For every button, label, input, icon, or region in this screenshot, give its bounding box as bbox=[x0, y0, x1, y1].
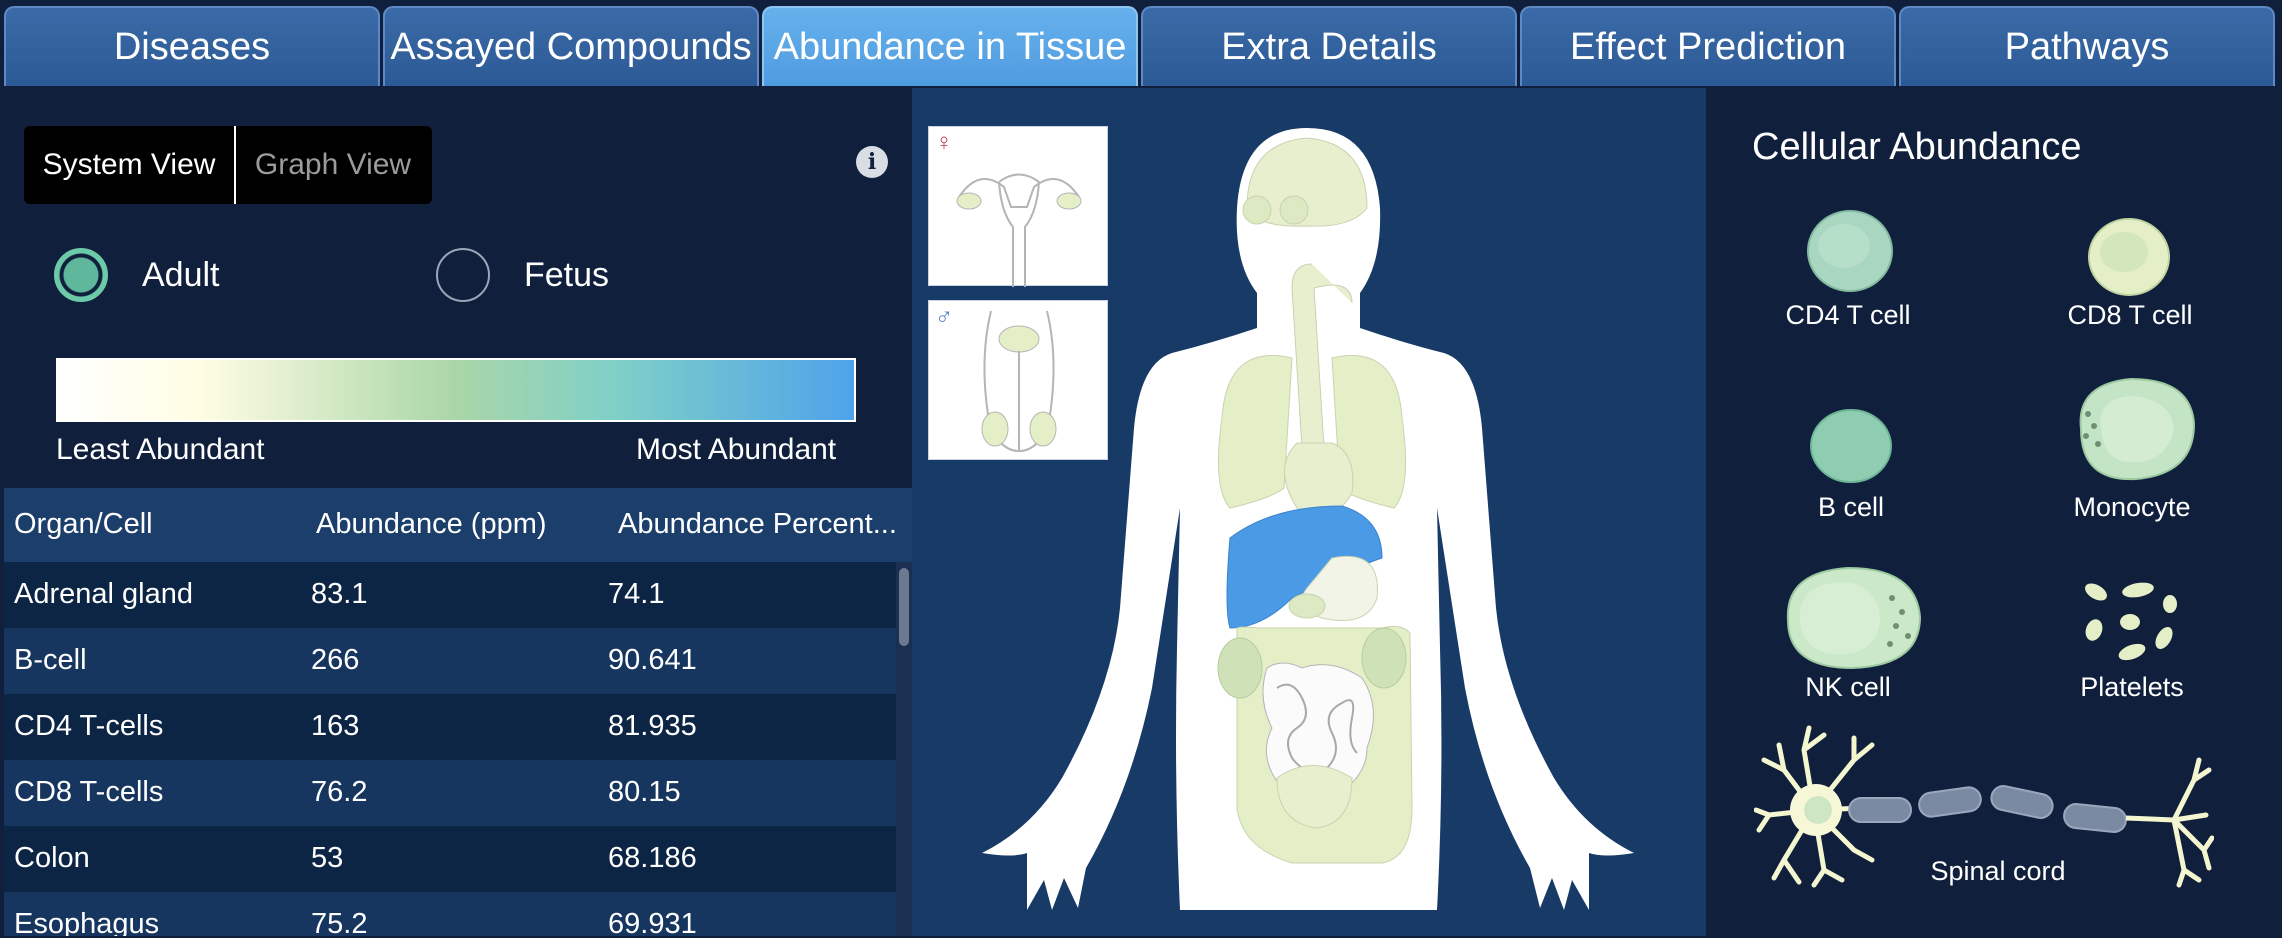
body-diagram-panel: ♀ ♂ bbox=[912, 88, 1706, 936]
organ-cell: Adrenal gland bbox=[14, 578, 193, 610]
tab-effect-prediction[interactable]: Effect Prediction bbox=[1520, 6, 1896, 86]
fetus-radio[interactable]: Fetus bbox=[436, 248, 609, 302]
organ-cell: B-cell bbox=[14, 644, 87, 676]
abundance-app: Diseases Assayed Compounds Abundance in … bbox=[0, 0, 2282, 938]
controls-panel: System View Graph View i Adult Fetus Lea… bbox=[4, 88, 912, 936]
human-body-figure bbox=[982, 128, 1634, 910]
table-row[interactable]: CD8 T-cells 76.2 80.15 bbox=[4, 760, 896, 826]
ppm-cell: 53 bbox=[311, 842, 344, 874]
most-abundant-label: Most Abundant bbox=[636, 433, 837, 466]
cd8-cell-icon[interactable] bbox=[2086, 216, 2172, 298]
ppm-cell: 76.2 bbox=[311, 776, 368, 808]
percent-cell: 74.1 bbox=[608, 578, 665, 610]
ppm-cell: 75.2 bbox=[311, 908, 368, 936]
cellular-abundance-panel: Cellular Abundance CD4 T cell CD8 T cell… bbox=[1706, 88, 2282, 936]
tab-bar: Diseases Assayed Compounds Abundance in … bbox=[0, 0, 2282, 88]
monocyte-label: Monocyte bbox=[2073, 492, 2191, 522]
radio-unselected-icon[interactable] bbox=[436, 248, 490, 302]
adult-radio[interactable]: Adult bbox=[54, 248, 220, 302]
ppm-cell: 83.1 bbox=[311, 578, 368, 610]
table-row[interactable]: B-cell 266 90.641 bbox=[4, 628, 896, 694]
ppm-cell: 163 bbox=[311, 710, 360, 742]
organ-cell: Colon bbox=[14, 842, 90, 874]
percent-cell: 68.186 bbox=[608, 842, 697, 874]
table-row[interactable]: Adrenal gland 83.1 74.1 bbox=[4, 562, 896, 628]
table-row[interactable]: CD4 T-cells 163 81.935 bbox=[4, 694, 896, 760]
table-body: Adrenal gland 83.1 74.1 B-cell 266 90.64… bbox=[4, 562, 896, 936]
platelets-label: Platelets bbox=[2080, 672, 2184, 702]
radio-selected-icon[interactable] bbox=[54, 248, 108, 302]
spinal-cord-label: Spinal cord bbox=[1930, 856, 2066, 886]
cd4-cell-icon[interactable] bbox=[1804, 208, 1896, 294]
percent-cell: 90.641 bbox=[608, 644, 697, 676]
graph-view-button[interactable]: Graph View bbox=[236, 126, 430, 204]
tab-extra-details[interactable]: Extra Details bbox=[1141, 6, 1517, 86]
table-row[interactable]: Esophagus 75.2 69.931 bbox=[4, 892, 896, 936]
ppm-cell: 266 bbox=[311, 644, 360, 676]
organ-cell: CD4 T-cells bbox=[14, 710, 164, 742]
tab-diseases[interactable]: Diseases bbox=[4, 6, 380, 86]
view-toggle: System View Graph View bbox=[24, 126, 432, 204]
table-header: Organ/Cell Abundance (ppm) Abundance Per… bbox=[4, 488, 912, 562]
abundance-table: Organ/Cell Abundance (ppm) Abundance Per… bbox=[4, 488, 912, 936]
adult-label: Adult bbox=[142, 255, 220, 294]
nk-cell-icon[interactable] bbox=[1780, 562, 1924, 672]
abundance-color-scale bbox=[56, 358, 856, 422]
tab-pathways[interactable]: Pathways bbox=[1899, 6, 2275, 86]
platelets-icon[interactable] bbox=[2076, 576, 2186, 666]
column-header-abundance-percent[interactable]: Abundance Percent... bbox=[618, 508, 897, 541]
cd8-cell-label: CD8 T cell bbox=[2067, 300, 2193, 330]
cd4-cell-label: CD4 T cell bbox=[1785, 300, 1911, 330]
nk-cell-label: NK cell bbox=[1805, 672, 1891, 702]
percent-cell: 81.935 bbox=[608, 710, 697, 742]
percent-cell: 80.15 bbox=[608, 776, 681, 808]
table-row[interactable]: Colon 53 68.186 bbox=[4, 826, 896, 892]
scrollbar-thumb[interactable] bbox=[899, 568, 909, 646]
organ-cell: Esophagus bbox=[14, 908, 160, 936]
tab-assayed-compounds[interactable]: Assayed Compounds bbox=[383, 6, 759, 86]
info-icon[interactable]: i bbox=[856, 146, 888, 178]
tab-abundance-in-tissue[interactable]: Abundance in Tissue bbox=[762, 6, 1138, 86]
monocyte-icon[interactable] bbox=[2066, 374, 2198, 484]
column-header-abundance-ppm[interactable]: Abundance (ppm) bbox=[316, 508, 547, 541]
table-scrollbar[interactable] bbox=[896, 562, 912, 936]
fetus-label: Fetus bbox=[524, 255, 610, 294]
percent-cell: 69.931 bbox=[608, 908, 697, 936]
system-view-button[interactable]: System View bbox=[24, 126, 236, 204]
b-cell-label: B cell bbox=[1817, 492, 1885, 522]
cellular-abundance-title: Cellular Abundance bbox=[1752, 126, 2082, 168]
least-abundant-label: Least Abundant bbox=[56, 433, 265, 466]
b-cell-icon[interactable] bbox=[1808, 406, 1894, 486]
column-header-organ[interactable]: Organ/Cell bbox=[14, 508, 153, 541]
organ-cell: CD8 T-cells bbox=[14, 776, 164, 808]
